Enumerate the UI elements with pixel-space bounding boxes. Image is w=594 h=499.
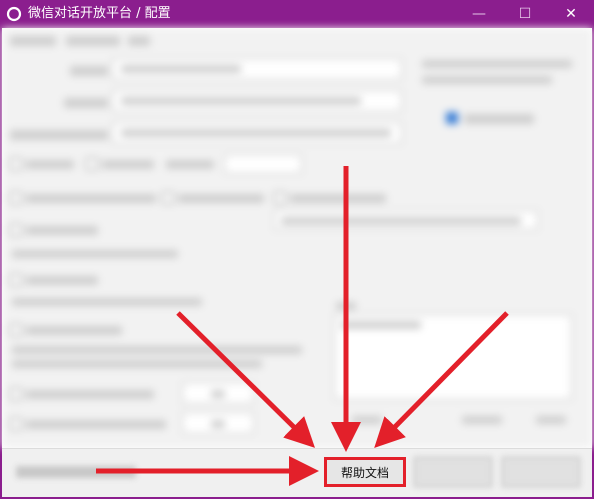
cancel-button[interactable] [502,457,580,487]
close-icon[interactable]: ✕ [548,0,594,28]
window-title: 微信对话开放平台 / 配置 [28,6,171,21]
maximize-icon[interactable]: ☐ [502,0,548,28]
blurred-config-area [2,28,592,448]
app-logo-icon [6,6,22,22]
minimize-icon[interactable]: — [456,0,502,28]
confirm-button[interactable] [414,457,492,487]
title-bar[interactable]: 微信对话开放平台 / 配置 — ☐ ✕ [0,0,594,28]
help-docs-button[interactable]: 帮助文档 [324,457,406,487]
status-text-blurred [16,466,136,478]
